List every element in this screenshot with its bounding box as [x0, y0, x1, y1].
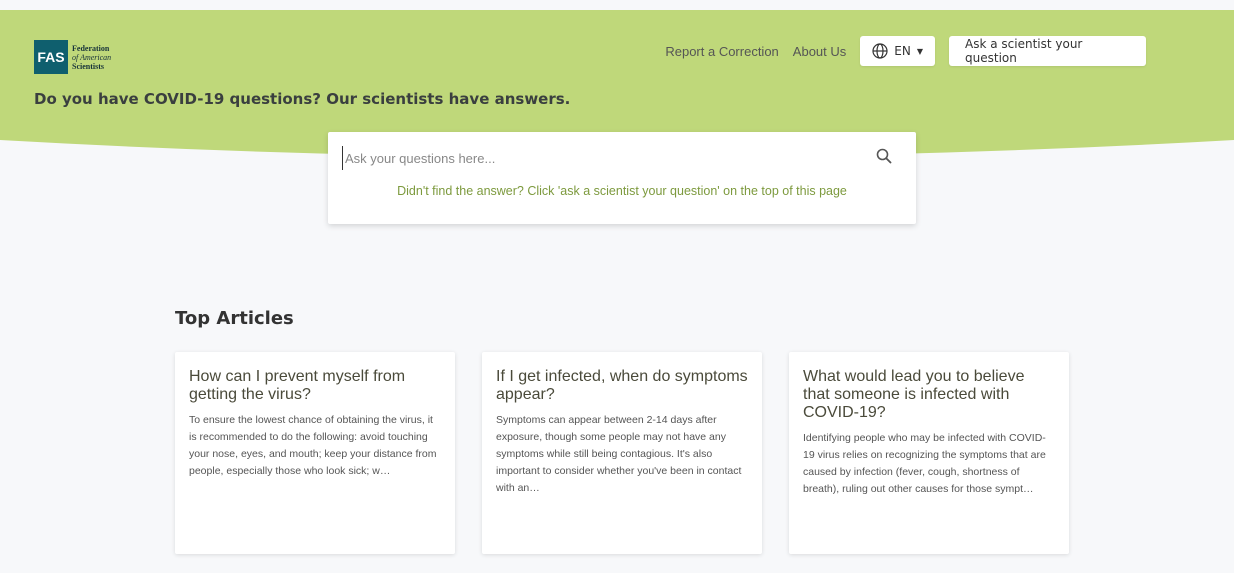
search-input[interactable] [342, 146, 867, 170]
about-us-link[interactable]: About Us [793, 44, 846, 59]
logo-wordmark: Federation of American Scientists [72, 44, 111, 71]
article-card-1[interactable]: How can I prevent myself from getting th… [175, 352, 455, 554]
article-title: What would lead you to believe that some… [803, 368, 1025, 421]
logo-line-1: Federation [72, 43, 110, 53]
globe-icon [872, 43, 888, 59]
language-selector[interactable]: EN ▼ [860, 36, 935, 66]
article-title: How can I prevent myself from getting th… [189, 368, 406, 403]
logo-line-3: Scientists [72, 61, 104, 71]
language-label: EN [894, 44, 911, 58]
top-articles-title: Top Articles [175, 308, 294, 329]
search-icon[interactable] [876, 148, 892, 164]
article-card-3[interactable]: What would lead you to believe that some… [789, 352, 1069, 554]
hero-tagline: Do you have COVID-19 questions? Our scie… [34, 90, 571, 108]
search-card: Didn't find the answer? Click 'ask a sci… [328, 132, 916, 224]
logo-mark: FAS [34, 40, 68, 74]
article-excerpt: Symptoms can appear between 2-14 days af… [496, 414, 742, 494]
top-nav: Report a Correction About Us EN ▼ Ask a … [665, 36, 1146, 66]
article-title: If I get infected, when do symptoms appe… [496, 368, 748, 403]
article-card-2[interactable]: If I get infected, when do symptoms appe… [482, 352, 762, 554]
ask-scientist-button[interactable]: Ask a scientist your question [949, 36, 1146, 66]
caret-down-icon: ▼ [916, 46, 923, 56]
fas-logo[interactable]: FAS Federation of American Scientists [34, 40, 111, 74]
report-correction-link[interactable]: Report a Correction [665, 44, 778, 59]
article-excerpt: Identifying people who may be infected w… [803, 432, 1046, 495]
article-excerpt: To ensure the lowest chance of obtaining… [189, 414, 437, 477]
search-hint: Didn't find the answer? Click 'ask a sci… [397, 184, 847, 198]
logo-line-2: of American [72, 52, 112, 62]
